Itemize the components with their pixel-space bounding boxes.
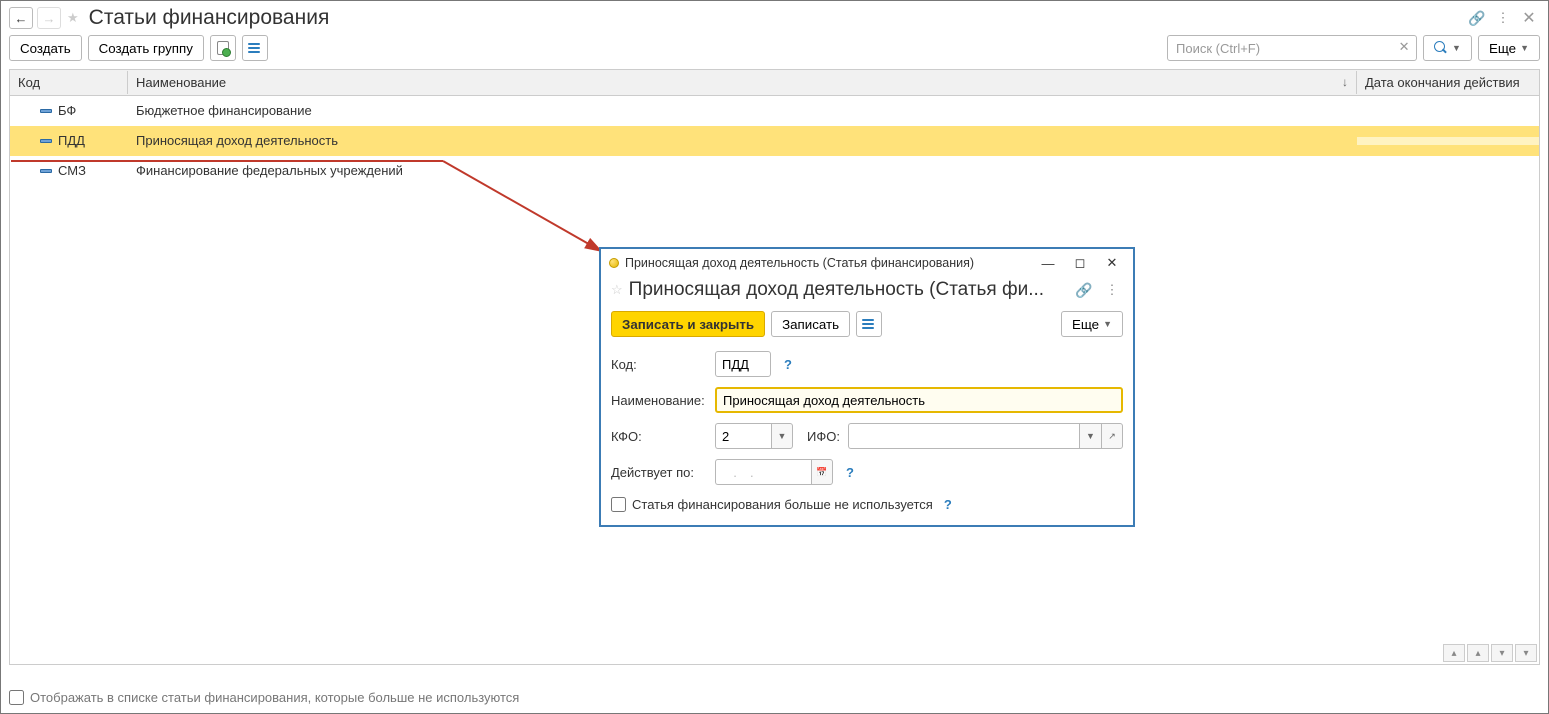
dialog-favorite-icon[interactable]: ☆: [611, 282, 623, 298]
list-view-button[interactable]: [242, 35, 268, 61]
item-icon: [40, 109, 52, 113]
item-icon: [40, 139, 52, 143]
column-name[interactable]: Наименование ↓: [128, 71, 1357, 94]
kfo-input[interactable]: [715, 423, 771, 449]
edit-dialog: Приносящая доход деятельность (Статья фи…: [599, 247, 1135, 527]
dialog-window-title: Приносящая доход деятельность (Статья фи…: [625, 256, 1029, 270]
write-button[interactable]: Записать: [771, 311, 850, 337]
unused-label: Статья финансирования больше не использу…: [632, 497, 933, 512]
search-dropdown-button[interactable]: ▼: [1423, 35, 1472, 61]
close-icon[interactable]: ✕: [1518, 7, 1540, 29]
dialog-list-button[interactable]: [856, 311, 882, 337]
magnifier-icon: [1434, 41, 1448, 55]
ifo-open-button[interactable]: ↗: [1101, 423, 1123, 449]
create-button[interactable]: Создать: [9, 35, 82, 61]
dialog-link-icon[interactable]: 🔗: [1073, 279, 1095, 301]
list-icon: [248, 41, 262, 55]
show-unused-checkbox[interactable]: [9, 690, 24, 705]
list-icon: [862, 317, 876, 331]
unused-checkbox[interactable]: [611, 497, 626, 512]
table-row[interactable]: БФ Бюджетное финансирование: [10, 96, 1539, 126]
dialog-close-button[interactable]: ✕: [1099, 253, 1125, 273]
dialog-kebab-icon[interactable]: ⋮: [1101, 279, 1123, 301]
write-close-button[interactable]: Записать и закрыть: [611, 311, 765, 337]
ifo-dropdown-button[interactable]: ▼: [1079, 423, 1101, 449]
table-row[interactable]: СМЗ Финансирование федеральных учреждени…: [10, 156, 1539, 186]
name-input[interactable]: [715, 387, 1123, 413]
search-clear-icon[interactable]: ✕: [1395, 38, 1413, 56]
dialog-more-button[interactable]: Еще▼: [1061, 311, 1123, 337]
favorite-star-icon[interactable]: ★: [67, 10, 79, 26]
dialog-title: Приносящая доход деятельность (Статья фи…: [629, 279, 1067, 301]
scroll-down-button[interactable]: ▾: [1491, 644, 1513, 662]
table-row[interactable]: ПДД Приносящая доход деятельность: [10, 126, 1539, 156]
scroll-top-button[interactable]: ▴: [1443, 644, 1465, 662]
valid-label: Действует по:: [611, 465, 707, 480]
nav-back-button[interactable]: ←: [9, 7, 33, 29]
scroll-bottom-button[interactable]: ▾: [1515, 644, 1537, 662]
code-help-icon[interactable]: ?: [779, 355, 797, 373]
valid-help-icon[interactable]: ?: [841, 463, 859, 481]
maximize-button[interactable]: ◻: [1067, 253, 1093, 273]
export-button[interactable]: [210, 35, 236, 61]
sort-indicator-icon: ↓: [1342, 75, 1348, 89]
kebab-icon[interactable]: ⋮: [1492, 7, 1514, 29]
unused-help-icon[interactable]: ?: [939, 495, 957, 513]
more-button[interactable]: Еще▼: [1478, 35, 1540, 61]
column-code[interactable]: Код: [10, 71, 128, 94]
column-end-date[interactable]: Дата окончания действия: [1357, 71, 1539, 94]
page-title: Статьи финансирования: [89, 6, 330, 30]
create-group-button[interactable]: Создать группу: [88, 35, 204, 61]
nav-forward-button[interactable]: →: [37, 7, 61, 29]
date-picker-button[interactable]: 📅: [811, 459, 833, 485]
ifo-label: ИФО:: [807, 429, 840, 444]
item-icon: [40, 169, 52, 173]
scroll-up-button[interactable]: ▴: [1467, 644, 1489, 662]
show-unused-label: Отображать в списке статьи финансировани…: [30, 690, 519, 705]
ifo-input[interactable]: [848, 423, 1079, 449]
modified-indicator-icon: [609, 258, 619, 268]
valid-date-input[interactable]: [715, 459, 811, 485]
minimize-button[interactable]: —: [1035, 253, 1061, 273]
code-label: Код:: [611, 357, 707, 372]
kfo-label: КФО:: [611, 429, 707, 444]
link-icon[interactable]: 🔗: [1466, 7, 1488, 29]
code-input[interactable]: [715, 351, 771, 377]
sheet-export-icon: [217, 41, 229, 55]
kfo-dropdown-button[interactable]: ▼: [771, 423, 793, 449]
search-input[interactable]: [1167, 35, 1417, 61]
name-label: Наименование:: [611, 393, 707, 408]
